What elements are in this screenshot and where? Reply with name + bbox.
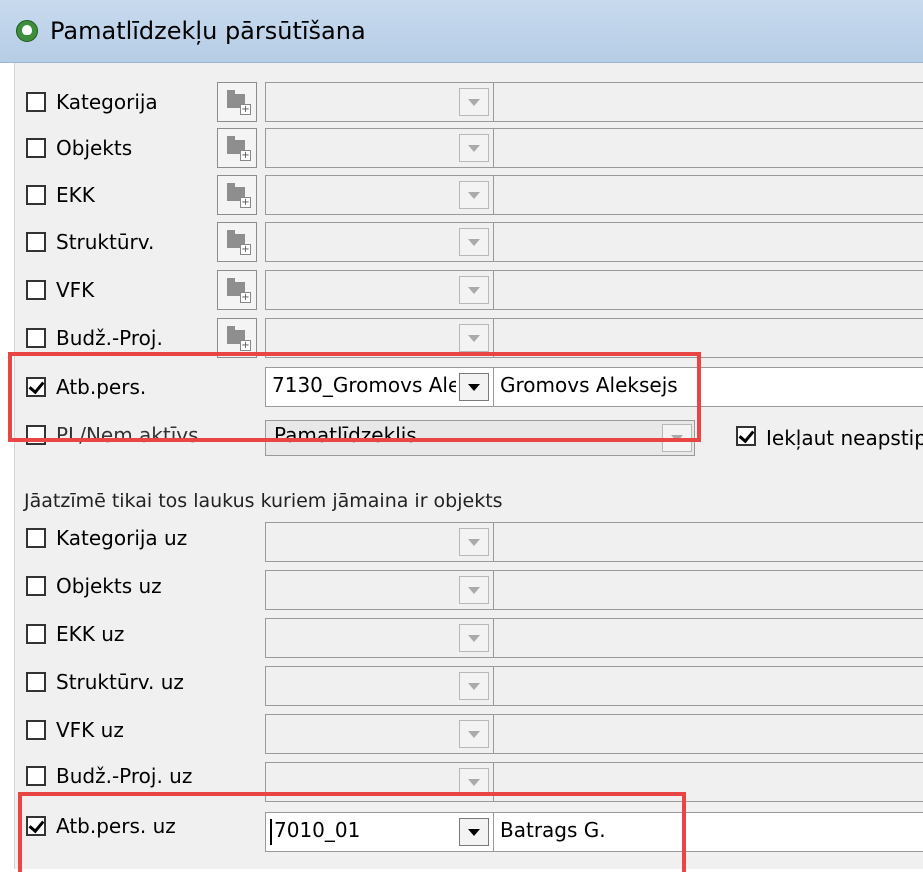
chevron-down-icon[interactable] (459, 672, 489, 700)
kategorija-checkbox[interactable] (26, 92, 46, 112)
chevron-down-icon[interactable] (459, 88, 489, 116)
window-titlebar: Pamatlīdzekļu pārsūtīšana (0, 0, 923, 63)
vfk-uz-checkbox[interactable] (26, 720, 46, 740)
objekts-combo[interactable] (265, 128, 494, 168)
chevron-down-icon[interactable] (459, 134, 489, 162)
kategorija-uz-name-field[interactable] (493, 522, 923, 562)
strukturv-uz-label: Struktūrv. uz (56, 670, 184, 694)
plus-icon: + (240, 292, 251, 303)
target-row-kategorija: Kategorija uz (0, 518, 923, 566)
plus-icon: + (240, 104, 251, 115)
chevron-down-icon[interactable] (459, 181, 489, 209)
objekts-folder-button[interactable]: + (217, 128, 257, 168)
kategorija-uz-checkbox[interactable] (26, 528, 46, 548)
chevron-down-icon[interactable] (459, 324, 489, 352)
ekk-checkbox[interactable] (26, 185, 46, 205)
chevron-down-icon[interactable] (459, 720, 489, 748)
kategorija-uz-combo[interactable] (265, 522, 494, 562)
objekts-uz-checkbox[interactable] (26, 576, 46, 596)
vfk-combo[interactable] (265, 270, 494, 310)
ekk-label: EKK (56, 183, 95, 207)
kategorija-label: Kategorija (56, 90, 158, 114)
chevron-down-icon[interactable] (459, 624, 489, 652)
strukturv-uz-combo[interactable] (265, 666, 494, 706)
strukturv-uz-name-field[interactable] (493, 666, 923, 706)
kategorija-uz-label: Kategorija uz (56, 526, 188, 550)
objekts-name-field[interactable] (493, 128, 923, 168)
objekts-uz-combo[interactable] (265, 570, 494, 610)
plus-icon: + (240, 150, 251, 161)
filter-row-objekts: Objekts + (0, 126, 923, 174)
chevron-down-icon[interactable] (459, 228, 489, 256)
window-title: Pamatlīdzekļu pārsūtīšana (50, 17, 366, 45)
objekts-label: Objekts (56, 136, 133, 160)
target-row-ekk: EKK uz (0, 614, 923, 662)
objekts-checkbox[interactable] (26, 138, 46, 158)
budz-proj-label: Budž.-Proj. (56, 326, 163, 350)
ekk-uz-name-field[interactable] (493, 618, 923, 658)
budz-proj-uz-label: Budž.-Proj. uz (56, 764, 193, 788)
vfk-uz-name-field[interactable] (493, 714, 923, 754)
target-row-vfk: VFK uz (0, 710, 923, 758)
vfk-uz-label: VFK uz (56, 718, 124, 742)
ekk-uz-combo[interactable] (265, 618, 494, 658)
highlight-box-atb-pers-uz (18, 792, 686, 872)
objekts-uz-name-field[interactable] (493, 570, 923, 610)
filter-row-vfk: VFK + (0, 268, 923, 316)
budz-proj-checkbox[interactable] (26, 328, 46, 348)
kategorija-combo[interactable] (265, 82, 494, 122)
vfk-name-field[interactable] (493, 270, 923, 310)
objekts-uz-label: Objekts uz (56, 574, 162, 598)
kategorija-name-field[interactable] (493, 82, 923, 122)
ekk-folder-button[interactable]: + (217, 175, 257, 215)
plus-icon: + (240, 197, 251, 208)
chevron-down-icon[interactable] (459, 276, 489, 304)
filter-row-ekk: EKK + (0, 173, 923, 221)
vfk-label: VFK (56, 278, 95, 302)
plus-icon: + (240, 340, 251, 351)
filter-row-strukturv: Struktūrv. + (0, 220, 923, 268)
vfk-checkbox[interactable] (26, 280, 46, 300)
vfk-uz-combo[interactable] (265, 714, 494, 754)
kategorija-folder-button[interactable]: + (217, 82, 257, 122)
highlight-box-atb-pers (8, 352, 701, 442)
strukturv-name-field[interactable] (493, 222, 923, 262)
strukturv-label: Struktūrv. (56, 230, 155, 254)
include-unapproved-label: Iekļaut neapstipr (766, 426, 923, 450)
app-logo-icon (16, 20, 38, 42)
vfk-folder-button[interactable]: + (217, 270, 257, 310)
strukturv-uz-checkbox[interactable] (26, 672, 46, 692)
budz-proj-uz-checkbox[interactable] (26, 766, 46, 786)
ekk-uz-checkbox[interactable] (26, 624, 46, 644)
ekk-uz-label: EKK uz (56, 622, 125, 646)
chevron-down-icon[interactable] (459, 576, 489, 604)
include-unapproved-checkbox[interactable] (736, 426, 756, 446)
strukturv-folder-button[interactable]: + (217, 222, 257, 262)
ekk-name-field[interactable] (493, 175, 923, 215)
chevron-down-icon[interactable] (459, 528, 489, 556)
target-row-strukturv: Struktūrv. uz (0, 662, 923, 710)
strukturv-combo[interactable] (265, 222, 494, 262)
ekk-combo[interactable] (265, 175, 494, 215)
target-row-objekts: Objekts uz (0, 566, 923, 614)
instruction-text: Jāatzīmē tikai tos laukus kuriem jāmaina… (24, 490, 503, 512)
filter-row-kategorija: Kategorija + (0, 80, 923, 128)
plus-icon: + (240, 244, 251, 255)
strukturv-checkbox[interactable] (26, 232, 46, 252)
